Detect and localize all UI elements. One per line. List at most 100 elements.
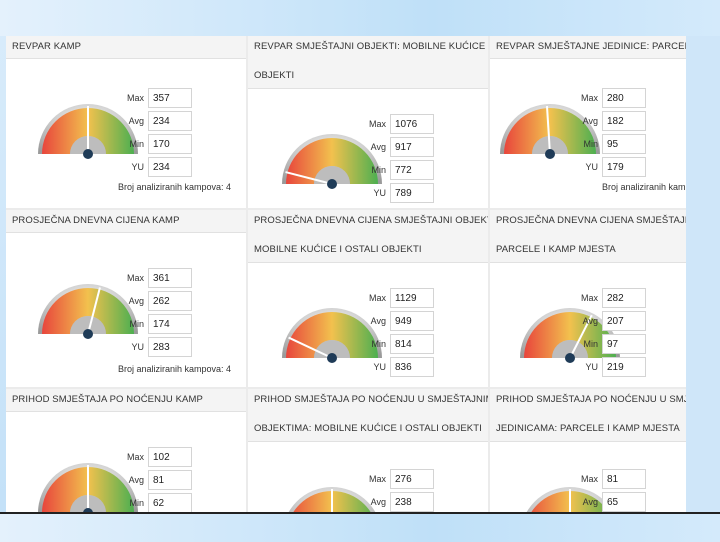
panel-title-line: PROSJEČNA DNEVNA CIJENA KAMP <box>12 215 180 226</box>
stat-row-yu: YU 234 <box>96 157 192 179</box>
stat-label: Avg <box>582 497 598 507</box>
panel-title: PROSJEČNA DNEVNA CIJENA SMJEŠTAJNI OBJEK… <box>248 210 488 263</box>
stat-label: Min <box>129 498 144 508</box>
stat-row-max: Max 357 <box>96 88 192 110</box>
gauge-hub <box>327 353 337 363</box>
stat-value-box: 836 <box>390 357 434 377</box>
panel-title: REVPAR SMJEŠTAJNI OBJEKTI: MOBILNE KUĆIC… <box>248 36 488 89</box>
stat-row-avg: Avg 917 <box>338 137 434 159</box>
panel-title: REVPAR SMJEŠTAJNE JEDINICE: PARCELE I KA… <box>490 36 686 59</box>
stat-value-box: 234 <box>148 111 192 131</box>
kpi-panel-p20: PRIHOD SMJEŠTAJA PO NOĆENJU KAMP Max 102 Av… <box>6 389 246 512</box>
stat-row-min: Min 772 <box>338 160 434 182</box>
stat-row-avg: Avg 234 <box>96 111 192 133</box>
stat-value-box: 949 <box>390 311 434 331</box>
panel-title: PROSJEČNA DNEVNA CIJENA SMJEŠTAJNE JEDIN… <box>490 210 686 263</box>
stat-label: Max <box>126 452 144 462</box>
analyzed-camps-count: Broj analiziranih kampova: 4 <box>602 182 686 192</box>
stat-label: Avg <box>582 316 598 326</box>
gauge-hub <box>83 149 93 159</box>
stat-value-box: 280 <box>602 88 646 108</box>
stat-label: Min <box>129 139 144 149</box>
stat-value-box: 170 <box>148 134 192 154</box>
stat-value-box: 1076 <box>390 114 434 134</box>
kpi-panel-p01: REVPAR SMJEŠTAJNI OBJEKTI: MOBILNE KUĆIC… <box>248 36 488 208</box>
stat-label: Avg <box>370 316 386 326</box>
panel-title: PRIHOD SMJEŠTAJA PO NOĆENJU U SMJEŠTAJNI… <box>248 389 488 442</box>
kpi-panel-p11: PROSJEČNA DNEVNA CIJENA SMJEŠTAJNI OBJEK… <box>248 210 488 387</box>
stat-label: YU <box>131 342 144 352</box>
stat-row-min: Min 62 <box>96 493 192 512</box>
stat-label: Max <box>580 293 598 303</box>
stat-label: Max <box>368 474 386 484</box>
stat-value-box: 81 <box>602 469 646 489</box>
stat-label: Min <box>583 339 598 349</box>
stat-row-min: Min 95 <box>550 134 646 156</box>
stat-row-avg: Avg 81 <box>96 470 192 492</box>
gauge-hub <box>327 179 337 189</box>
stat-label: Max <box>580 474 598 484</box>
slide-background-bottom <box>0 512 720 542</box>
stat-row-max: Max 280 <box>550 88 646 110</box>
panel-title-line: REVPAR SMJEŠTAJNI OBJEKTI: MOBILNE KUĆIC… <box>254 41 488 52</box>
stat-row-max: Max 276 <box>338 469 434 491</box>
stat-row-min: Min 814 <box>338 334 434 356</box>
stat-row-avg: Avg 182 <box>550 111 646 133</box>
stat-row-yu: YU 789 <box>338 183 434 205</box>
stat-row-yu: YU 219 <box>550 357 646 379</box>
stat-value-box: 102 <box>148 447 192 467</box>
kpi-panel-p10: PROSJEČNA DNEVNA CIJENA KAMP Max 361 Avg 262… <box>6 210 246 387</box>
stat-label: Avg <box>370 497 386 507</box>
stat-value-box: 207 <box>602 311 646 331</box>
stat-value-box: 917 <box>390 137 434 157</box>
dashboard-screenshot: RevPAR KAMP Max 357 Avg 234 Min 170 YU 234 Broj a… <box>6 36 686 512</box>
stat-label: Max <box>580 93 598 103</box>
stat-value-box: 282 <box>602 288 646 308</box>
kpi-panel-p00: RevPAR KAMP Max 357 Avg 234 Min 170 YU 234 Broj a… <box>6 36 246 208</box>
panel-title-line: PROSJEČNA DNEVNA CIJENA SMJEŠTAJNI OBJEK… <box>254 215 488 226</box>
stat-row-min: Min 97 <box>550 334 646 356</box>
stat-value-box: 1129 <box>390 288 434 308</box>
panel-title: PRIHOD SMJEŠTAJA PO NOĆENJU U SMJEŠTAJNI… <box>490 389 686 442</box>
panel-title-line: OBJEKTIMA: MOBILNE KUĆICE I OSTALI OBJEK… <box>254 423 482 434</box>
stat-value-box: 772 <box>390 160 434 180</box>
kpi-panel-p21: PRIHOD SMJEŠTAJA PO NOĆENJU U SMJEŠTAJNI… <box>248 389 488 512</box>
stat-value-box: 97 <box>602 334 646 354</box>
stat-row-yu: YU 179 <box>550 157 646 179</box>
stat-value-box: 238 <box>390 492 434 512</box>
stat-value-box: 357 <box>148 88 192 108</box>
stat-value-box: 179 <box>602 157 646 177</box>
stat-label: Avg <box>370 142 386 152</box>
stat-row-max: Max 1076 <box>338 114 434 136</box>
stat-label: YU <box>131 162 144 172</box>
stat-label: Avg <box>582 116 598 126</box>
stat-value-box: 361 <box>148 268 192 288</box>
stat-value-box: 234 <box>148 157 192 177</box>
analyzed-camps-count: Broj analiziranih kampova: 4 <box>118 182 232 192</box>
stat-label: Min <box>371 165 386 175</box>
stat-label: Min <box>371 339 386 349</box>
panel-title-line: PRIHOD SMJEŠTAJA PO NOĆENJU U SMJEŠTAJNI… <box>254 394 488 405</box>
stat-row-max: Max 1129 <box>338 288 434 310</box>
gauge-hub <box>83 329 93 339</box>
stat-label: Min <box>129 319 144 329</box>
stat-value-box: 65 <box>602 492 646 512</box>
stat-row-min: Min 174 <box>96 314 192 336</box>
stat-value-box: 814 <box>390 334 434 354</box>
panel-title: PROSJEČNA DNEVNA CIJENA KAMP <box>6 210 246 233</box>
stat-label: Max <box>126 93 144 103</box>
stat-label: Max <box>368 119 386 129</box>
stat-label: Avg <box>128 475 144 485</box>
stat-row-max: Max 282 <box>550 288 646 310</box>
stat-value-box: 262 <box>148 291 192 311</box>
stat-row-avg: Avg 207 <box>550 311 646 333</box>
stat-label: YU <box>585 162 598 172</box>
panel-title-line: PROSJEČNA DNEVNA CIJENA SMJEŠTAJNE JEDIN… <box>496 215 686 226</box>
panel-title-line: OBJEKTI <box>254 70 295 81</box>
panel-title: RevPAR KAMP <box>6 36 246 59</box>
stat-label: YU <box>373 188 386 198</box>
stat-row-min: Min 170 <box>96 134 192 156</box>
stat-row-yu: YU 283 <box>96 337 192 359</box>
panel-title-line: JEDINICAMA: PARCELE I KAMP MJESTA <box>496 423 680 434</box>
stat-row-max: Max 361 <box>96 268 192 290</box>
